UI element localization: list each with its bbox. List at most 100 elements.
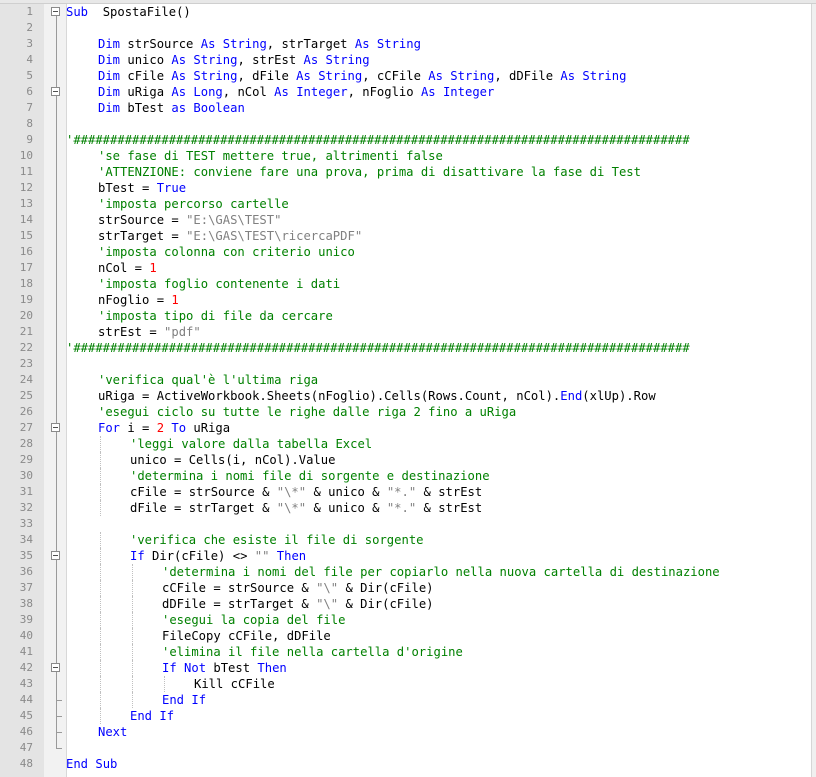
string-token: "\": [316, 597, 339, 611]
code-line[interactable]: 45 End If: [0, 708, 812, 724]
code-line[interactable]: 1 Sub SpostaFile(): [0, 4, 812, 28]
code-line[interactable]: 6 Dim uRiga As Long, nCol As Integer, nFo…: [0, 84, 812, 100]
code-text: Dim strSource As String, strTarget As St…: [98, 36, 421, 52]
code-text: uRiga = ActiveWorkbook.Sheets(nFoglio).C…: [98, 388, 656, 404]
code-line[interactable]: 8: [0, 116, 812, 132]
fold-line: [50, 308, 64, 324]
line-number: 20: [19, 309, 33, 322]
code-line[interactable]: 19 nFoglio = 1: [0, 292, 812, 308]
code-line[interactable]: 26 'esegui ciclo su tutte le righe dalle …: [0, 404, 812, 420]
line-number: 18: [19, 277, 33, 290]
line-number: 1: [26, 5, 33, 18]
code-editor[interactable]: 1 Sub SpostaFile() 2 3 Dim strSource As Stri…: [0, 0, 816, 777]
code-line[interactable]: 35 If Dir(cFile) <> "" Then: [0, 548, 812, 564]
code-text: For i = 2 To uRiga: [98, 420, 230, 436]
indent-guide: [100, 564, 101, 580]
code-line[interactable]: 14 strSource = "E:\GAS\TEST": [0, 212, 812, 228]
code-token: FileCopy cCFile, dDFile: [162, 629, 331, 643]
line-number: 47: [19, 741, 33, 754]
code-line[interactable]: 10 'se fase di TEST mettere true, altrime…: [0, 148, 812, 164]
code-lines[interactable]: 1 Sub SpostaFile() 2 3 Dim strSource As Stri…: [0, 4, 812, 772]
code-text: dDFile = strTarget & "\" & Dir(cFile): [162, 596, 434, 612]
code-line[interactable]: 38 dDFile = strTarget & "\" & Dir(cFile): [0, 596, 812, 612]
code-text: strEst = "pdf": [98, 324, 201, 340]
fold-collapse-icon[interactable]: [50, 84, 64, 100]
code-line[interactable]: 36 'determina i nomi del file per copiarl…: [0, 564, 812, 580]
code-line[interactable]: 7 Dim bTest as Boolean: [0, 100, 812, 116]
code-line[interactable]: 16 'imposta colonna con criterio unico: [0, 244, 812, 260]
code-token: strSource: [120, 37, 201, 51]
code-token: & strEst: [416, 501, 483, 515]
code-line[interactable]: 30 'determina i nomi file di sorgente e d…: [0, 468, 812, 484]
code-text: 'esegui la copia del file: [162, 612, 345, 628]
code-token: dFile = strTarget &: [130, 501, 277, 515]
code-line[interactable]: 21 strEst = "pdf": [0, 324, 812, 340]
string-token: "\*": [276, 501, 307, 515]
code-line[interactable]: 44 End If: [0, 692, 812, 708]
line-number: 7: [26, 101, 33, 114]
code-line[interactable]: 40 FileCopy cCFile, dDFile: [0, 628, 812, 644]
code-line[interactable]: 20 'imposta tipo di file da cercare: [0, 308, 812, 324]
keyword-token: If: [191, 693, 207, 707]
code-line[interactable]: 33: [0, 516, 812, 532]
code-line[interactable]: 22 '#####################################…: [0, 340, 812, 356]
fold-line: [50, 100, 64, 116]
code-line[interactable]: 13 'imposta percorso cartelle: [0, 196, 812, 212]
indent-guide: [100, 596, 101, 612]
fold-collapse-icon[interactable]: [50, 4, 64, 28]
code-token: unico = Cells(i, nCol).Value: [130, 453, 336, 467]
code-line[interactable]: 4 Dim unico As String, strEst As String: [0, 52, 812, 68]
code-line[interactable]: 31 cFile = strSource & "\*" & unico & "*.…: [0, 484, 812, 500]
code-text: 'imposta tipo di file da cercare: [98, 308, 333, 324]
code-line[interactable]: 2: [0, 20, 812, 36]
code-line[interactable]: 25 uRiga = ActiveWorkbook.Sheets(nFoglio)…: [0, 388, 812, 404]
code-line[interactable]: 3 Dim strSource As String, strTarget As S…: [0, 36, 812, 52]
code-line[interactable]: 32 dFile = strTarget & "\*" & unico & "*.…: [0, 500, 812, 516]
code-line[interactable]: 41 'elimina il file nella cartella d'orig…: [0, 644, 812, 660]
fold-end-marker: [50, 724, 64, 740]
code-text: 'determina i nomi del file per copiarlo …: [162, 564, 720, 580]
code-line[interactable]: 15 strTarget = "E:\GAS\TEST\ricercaPDF": [0, 228, 812, 244]
code-line[interactable]: 24 'verifica qual'è l'ultima riga: [0, 372, 812, 388]
code-line[interactable]: 28 'leggi valore dalla tabella Excel: [0, 436, 812, 452]
string-token: "*.": [386, 485, 417, 499]
fold-collapse-icon[interactable]: [50, 548, 64, 564]
fold-line: [50, 388, 64, 404]
code-line[interactable]: 9 '######################################…: [0, 132, 812, 148]
indent-guide: [132, 596, 133, 612]
code-line[interactable]: 17 nCol = 1: [0, 260, 812, 276]
comment-token: 'leggi valore dalla tabella Excel: [130, 437, 373, 451]
keyword-token: Integer: [296, 85, 348, 99]
string-token: "": [254, 549, 270, 563]
fold-collapse-icon[interactable]: [50, 660, 64, 676]
indent-guide: [132, 628, 133, 644]
line-number: 38: [19, 597, 33, 610]
code-token: SpostaFile(): [88, 5, 191, 19]
code-line[interactable]: 29 unico = Cells(i, nCol).Value: [0, 452, 812, 468]
code-token: unico: [120, 53, 172, 67]
line-number: 29: [19, 453, 33, 466]
code-line[interactable]: 42 If Not bTest Then: [0, 660, 812, 676]
code-text: Dim bTest as Boolean: [98, 100, 245, 116]
code-line[interactable]: 43 Kill cCFile: [0, 676, 812, 692]
code-line[interactable]: 46 Next: [0, 724, 812, 740]
code-line[interactable]: 47: [0, 740, 812, 756]
code-token: uRiga: [186, 421, 231, 435]
keyword-token: Boolean: [193, 101, 245, 115]
code-line[interactable]: 37 cCFile = strSource & "\" & Dir(cFile): [0, 580, 812, 596]
line-number: 3: [26, 37, 33, 50]
line-number: 12: [19, 181, 33, 194]
code-line[interactable]: 34 'verifica che esiste il file di sorgen…: [0, 532, 812, 548]
code-text: 'verifica qual'è l'ultima riga: [98, 372, 318, 388]
code-line[interactable]: 27 For i = 2 To uRiga: [0, 420, 812, 436]
line-number: 32: [19, 501, 33, 514]
code-line[interactable]: 12 bTest = True: [0, 180, 812, 196]
fold-collapse-icon[interactable]: [50, 420, 64, 436]
code-line[interactable]: 11 'ATTENZIONE: conviene fare una prova, …: [0, 164, 812, 180]
code-line[interactable]: 5 Dim cFile As String, dFile As String, c…: [0, 68, 812, 84]
keyword-token: As: [560, 69, 576, 83]
code-line[interactable]: 18 'imposta foglio contenente i dati: [0, 276, 812, 292]
code-line[interactable]: 48 End Sub: [0, 756, 812, 772]
code-line[interactable]: 23: [0, 356, 812, 372]
code-line[interactable]: 39 'esegui la copia del file: [0, 612, 812, 628]
